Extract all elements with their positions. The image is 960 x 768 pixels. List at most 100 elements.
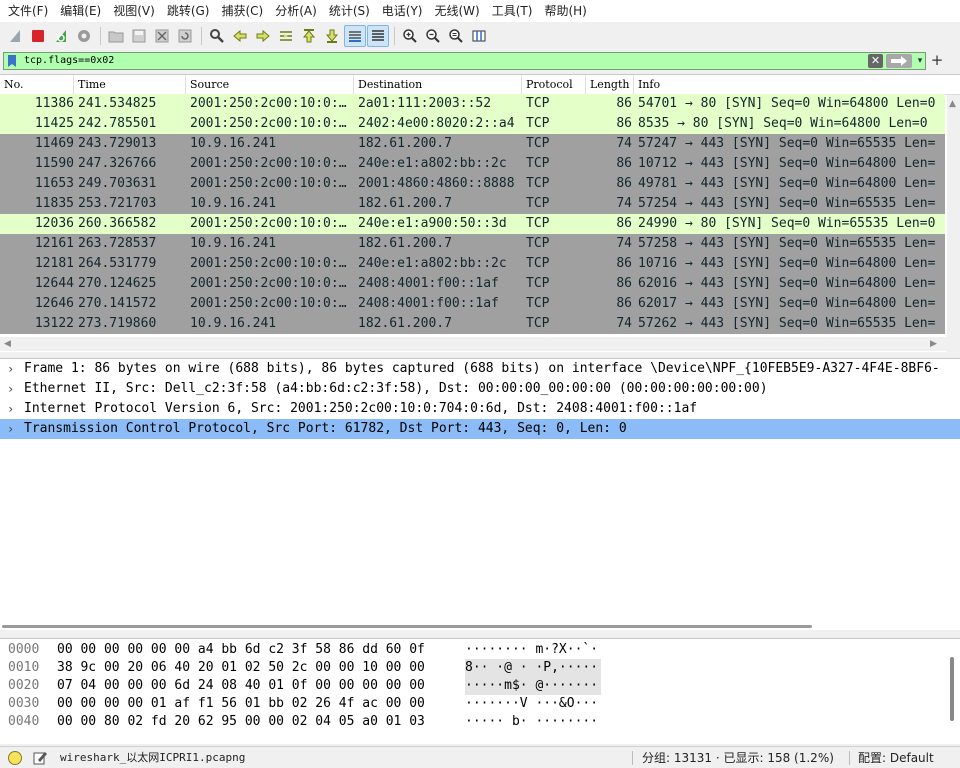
packet-row[interactable]: 11469 243.729013 10.9.16.241 182.61.200.7 TC… (0, 134, 945, 154)
scrollbar-thumb[interactable] (950, 657, 954, 721)
packet-row[interactable]: 12036 260.366582 2001:250:2c00:10:0:… 240e:… (0, 214, 945, 234)
menu-item[interactable]: 捕获(C) (215, 0, 269, 22)
hex-offset[interactable]: 0040 (8, 713, 39, 731)
packet-row[interactable]: 11653 249.703631 2001:250:2c00:10:0:… 2001:… (0, 174, 945, 194)
filter-history-dropdown-icon[interactable]: ▾ (915, 54, 925, 68)
hex-bytes[interactable]: 07 04 00 00 00 6d 24 08 40 01 0f 00 00 0… (57, 677, 425, 695)
go-first-packet-icon[interactable] (298, 25, 320, 47)
menu-item[interactable]: 文件(F) (2, 0, 54, 22)
hex-offset[interactable]: 0000 (8, 641, 39, 659)
hex-ascii[interactable]: ····· b· ········ (465, 713, 601, 731)
shark-fin-start-icon[interactable] (4, 25, 26, 47)
hex-ascii[interactable]: 8·· ·@ · ·P,····· (465, 659, 601, 677)
packet-row[interactable]: 12181 264.531779 2001:250:2c00:10:0:… 240e:… (0, 254, 945, 274)
stop-capture-icon[interactable] (27, 25, 49, 47)
save-file-icon[interactable] (128, 25, 150, 47)
scroll-right-icon[interactable]: ▶ (930, 337, 937, 351)
zoom-out-icon[interactable] (422, 25, 444, 47)
detail-tree: › Frame 1: 86 bytes on wire (688 bits), 8… (0, 359, 960, 439)
packet-list-horizontal-scrollbar[interactable]: ◀ ▶ (0, 337, 947, 351)
expand-chevron-icon[interactable]: › (7, 419, 14, 439)
packet-row[interactable]: 13122 273.719860 10.9.16.241 182.61.200.7 TC… (0, 314, 945, 334)
menu-item[interactable]: 统计(S) (323, 0, 376, 22)
apply-arrow-icon (891, 56, 907, 66)
packet-cell-info: 62016 → 443 [SYN] Seq=0 Win=64800 Len= (638, 276, 936, 291)
column-header-info[interactable]: Info (634, 75, 960, 95)
menu-item[interactable]: 分析(A) (269, 0, 323, 22)
resize-columns-icon[interactable] (468, 25, 490, 47)
packet-row[interactable]: 12161 263.728537 10.9.16.241 182.61.200.7 TC… (0, 234, 945, 254)
column-header-time[interactable]: Time (74, 75, 186, 95)
capture-options-icon[interactable] (73, 25, 95, 47)
expand-chevron-icon[interactable]: › (7, 359, 14, 379)
packet-row[interactable]: 12646 270.141572 2001:250:2c00:10:0:… 2408:… (0, 294, 945, 314)
expand-chevron-icon[interactable]: › (7, 379, 14, 399)
hex-bytes[interactable]: 00 00 00 00 01 af f1 56 01 bb 02 26 4f a… (57, 695, 425, 713)
close-file-icon[interactable] (151, 25, 173, 47)
packet-cell-src: 10.9.16.241 (190, 196, 277, 211)
configuration-profile[interactable]: 配置: Default (858, 747, 934, 768)
hex-ascii[interactable]: ·······V ···&O··· (465, 695, 601, 713)
open-file-icon[interactable] (105, 25, 127, 47)
apply-filter-button[interactable] (886, 54, 912, 68)
hex-bytes[interactable]: 38 9c 00 20 06 40 20 01 02 50 2c 00 00 1… (57, 659, 425, 677)
packet-list-vertical-scrollbar[interactable]: ▲ (947, 95, 960, 352)
detail-tree-item[interactable]: › Internet Protocol Version 6, Src: 2001:… (0, 399, 960, 419)
details-horizontal-scrollbar[interactable] (2, 625, 812, 628)
hex-ascii[interactable]: ·····m$· @······· (465, 677, 601, 695)
add-filter-button[interactable]: + (930, 51, 944, 69)
capture-comment-icon[interactable] (32, 750, 48, 766)
expert-info-indicator-icon[interactable] (8, 751, 22, 765)
go-last-packet-icon[interactable] (321, 25, 343, 47)
zoom-in-icon[interactable] (399, 25, 421, 47)
packet-row[interactable]: 11386 241.534825 2001:250:2c00:10:0:… 2a01:… (0, 94, 945, 114)
menu-item[interactable]: 编辑(E) (54, 0, 107, 22)
go-to-packet-icon[interactable] (275, 25, 297, 47)
hex-offset[interactable]: 0010 (8, 659, 39, 677)
expand-chevron-icon[interactable]: › (7, 399, 14, 419)
column-header-destination[interactable]: Destination (354, 75, 522, 95)
hex-bytes[interactable]: 00 00 80 02 fd 20 62 95 00 00 02 04 05 a… (57, 713, 425, 731)
packet-cell-proto: TCP (526, 316, 550, 331)
detail-tree-item[interactable]: › Frame 1: 86 bytes on wire (688 bits), 8… (0, 359, 960, 379)
menu-item[interactable]: 无线(W) (429, 0, 486, 22)
packet-cell-src: 2001:250:2c00:10:0:… (190, 216, 347, 231)
detail-tree-item[interactable]: › Ethernet II, Src: Dell_c2:3f:58 (a4:bb:… (0, 379, 960, 399)
reload-file-icon[interactable] (174, 25, 196, 47)
menu-item[interactable]: 帮助(H) (538, 0, 592, 22)
column-header-length[interactable]: Length (586, 75, 634, 95)
column-header-source[interactable]: Source (186, 75, 354, 95)
go-forward-icon[interactable] (252, 25, 274, 47)
detail-tree-item[interactable]: › Transmission Control Protocol, Src Port… (0, 419, 960, 439)
hex-bytes[interactable]: 00 00 00 00 00 00 a4 bb 6d c2 3f 58 86 d… (57, 641, 425, 659)
menu-item[interactable]: 工具(T) (486, 0, 539, 22)
packet-row[interactable]: 12644 270.124625 2001:250:2c00:10:0:… 2408:… (0, 274, 945, 294)
column-header-no[interactable]: No. (0, 75, 74, 95)
zoom-reset-icon[interactable] (445, 25, 467, 47)
hex-offset[interactable]: 0030 (8, 695, 39, 713)
bytes-vertical-scrollbar[interactable] (947, 655, 957, 735)
display-filter-field[interactable]: ✕ ▾ (3, 52, 926, 70)
colorize-icon[interactable] (367, 25, 389, 47)
packet-row[interactable]: 11590 247.326766 2001:250:2c00:10:0:… 240e:… (0, 154, 945, 174)
packet-cell-time: 264.531779 (78, 256, 157, 271)
hex-offset[interactable]: 0020 (8, 677, 39, 695)
clear-filter-icon[interactable]: ✕ (868, 54, 883, 68)
scroll-up-icon[interactable]: ▲ (949, 97, 956, 111)
menu-item[interactable]: 跳转(G) (161, 0, 216, 22)
packet-cell-len: 86 (616, 116, 632, 131)
packet-cell-proto: TCP (526, 216, 550, 231)
restart-capture-icon[interactable] (50, 25, 72, 47)
menu-item[interactable]: 电话(Y) (376, 0, 429, 22)
menu-item[interactable]: 视图(V) (107, 0, 161, 22)
packet-row[interactable]: 11425 242.785501 2001:250:2c00:10:0:… 2402:… (0, 114, 945, 134)
column-header-protocol[interactable]: Protocol (522, 75, 586, 95)
display-filter-input[interactable] (24, 53, 864, 69)
go-back-icon[interactable] (229, 25, 251, 47)
autoscroll-icon[interactable] (344, 25, 366, 47)
bookmark-icon[interactable] (6, 54, 18, 68)
scroll-left-icon[interactable]: ◀ (4, 337, 11, 351)
find-packet-icon[interactable] (206, 25, 228, 47)
packet-row[interactable]: 11835 253.721703 10.9.16.241 182.61.200.7 TC… (0, 194, 945, 214)
hex-ascii[interactable]: ········ m·?X··`· (465, 641, 601, 659)
